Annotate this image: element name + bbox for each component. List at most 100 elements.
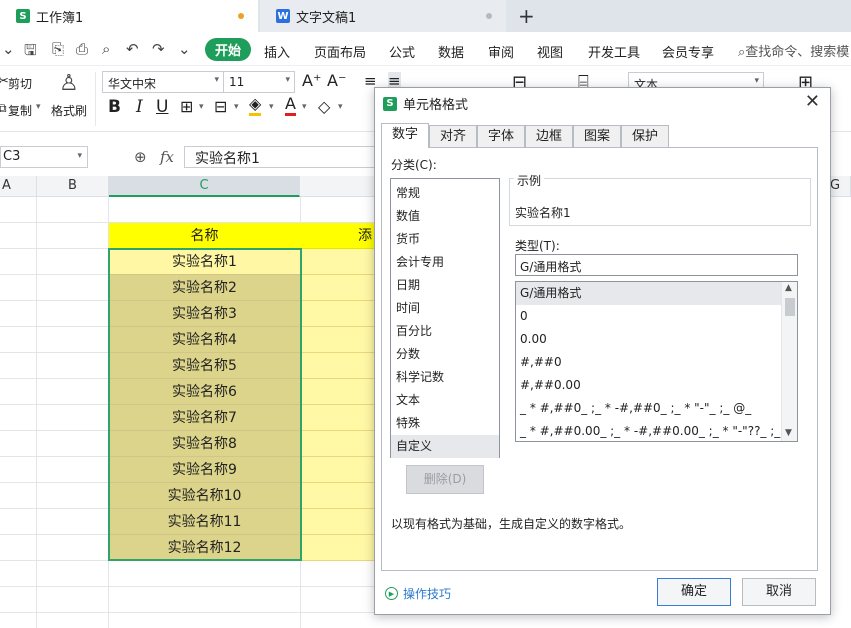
tab-member[interactable]: 会员专享	[662, 42, 714, 61]
scroll-up-icon[interactable]: ▲	[785, 283, 792, 293]
fx-icon[interactable]: fx	[160, 148, 174, 166]
new-tab-plus-icon[interactable]: +	[518, 4, 535, 28]
data-cell-d[interactable]	[300, 249, 380, 275]
tab-alignment[interactable]: 对齐	[429, 125, 477, 148]
italic-icon[interactable]: I	[136, 97, 143, 117]
data-cell[interactable]: 实验名称5	[109, 353, 300, 379]
data-cell[interactable]: 实验名称9	[109, 457, 300, 483]
delete-button[interactable]: 删除(D)	[406, 465, 484, 494]
tab-insert[interactable]: 插入	[264, 42, 290, 61]
format-painter-icon[interactable]: ♙	[59, 71, 79, 96]
redo-icon[interactable]: ↷	[152, 40, 165, 58]
tab-developer[interactable]: 开发工具	[588, 42, 640, 61]
export-icon[interactable]: ⎘	[52, 40, 64, 58]
category-item[interactable]: 百分比	[391, 320, 499, 343]
category-item[interactable]: 会计专用	[391, 251, 499, 274]
data-cell[interactable]: 实验名称11	[109, 509, 300, 535]
category-item[interactable]: 货币	[391, 228, 499, 251]
tab-view[interactable]: 视图	[537, 42, 563, 61]
category-item[interactable]: 特殊	[391, 412, 499, 435]
tips-link[interactable]: ▶ 操作技巧	[385, 585, 451, 602]
print-preview-icon[interactable]: ⌕	[102, 40, 110, 58]
category-item[interactable]: 文本	[391, 389, 499, 412]
decrease-font-icon[interactable]: A⁻	[327, 71, 346, 90]
cancel-button[interactable]: 取消	[742, 578, 816, 606]
chevron-down-icon[interactable]: ▾	[199, 102, 204, 112]
cell-style-icon[interactable]: ⊟	[214, 97, 227, 116]
column-header-a[interactable]: A	[0, 176, 37, 197]
data-cell[interactable]: 实验名称8	[109, 431, 300, 457]
copy-button[interactable]: 复制	[8, 102, 32, 119]
copy-icon[interactable]: ⧉	[0, 101, 7, 116]
column-header-b[interactable]: B	[37, 176, 109, 197]
tab-data[interactable]: 数据	[438, 42, 464, 61]
data-cell-d[interactable]	[300, 275, 380, 301]
chevron-down-icon[interactable]: ▾	[302, 102, 307, 112]
category-item[interactable]: 数值	[391, 205, 499, 228]
category-item[interactable]: 常规	[391, 182, 499, 205]
undo-icon[interactable]: ↶	[126, 40, 139, 58]
format-code-item[interactable]: #,##0	[516, 351, 782, 374]
data-cell-d[interactable]	[300, 535, 380, 561]
fill-color-icon[interactable]: ◈	[249, 95, 262, 116]
header-cell-name[interactable]: 名称	[109, 223, 300, 249]
tab-number[interactable]: 数字	[381, 123, 429, 148]
tab-protection[interactable]: 保护	[621, 125, 669, 148]
data-cell-d[interactable]	[300, 353, 380, 379]
save-icon[interactable]: 🖫	[24, 40, 37, 65]
copy-dropdown-icon[interactable]: ▾	[36, 102, 41, 112]
eraser-icon[interactable]: ◇	[318, 97, 330, 116]
tab-border[interactable]: 边框	[525, 125, 573, 148]
category-item[interactable]: 时间	[391, 297, 499, 320]
tab-home[interactable]: 开始	[205, 38, 252, 61]
data-cell-d[interactable]	[300, 301, 380, 327]
format-code-item[interactable]: 0	[516, 305, 782, 328]
chevron-down-icon[interactable]: ▾	[338, 102, 343, 112]
tab-font[interactable]: 字体	[477, 125, 525, 148]
scrollbar-thumb[interactable]	[785, 298, 795, 316]
font-color-icon[interactable]: A	[285, 95, 296, 116]
category-item[interactable]: 科学记数	[391, 366, 499, 389]
data-cell-d[interactable]	[300, 405, 380, 431]
chevron-down-icon[interactable]: ▾	[269, 102, 274, 112]
customize-chevron-icon[interactable]: ⌄	[178, 40, 191, 58]
column-header-c[interactable]: C	[109, 176, 300, 197]
format-code-item[interactable]: #,##0.00	[516, 374, 782, 397]
data-cell[interactable]: 实验名称1	[109, 249, 300, 275]
data-cell[interactable]: 实验名称10	[109, 483, 300, 509]
format-code-item[interactable]: _ * #,##0.00_ ;_ * -#,##0.00_ ;_ * "-"??…	[516, 420, 782, 441]
formula-input[interactable]: 实验名称1	[184, 146, 384, 168]
format-painter-button[interactable]: 格式刷	[51, 102, 87, 119]
border-icon[interactable]: ⊞	[180, 97, 193, 116]
format-code-item[interactable]: G/通用格式	[516, 282, 782, 305]
type-input[interactable]: G/通用格式	[515, 254, 798, 276]
menu-chevron-icon[interactable]: ⌄	[2, 40, 15, 58]
print-icon[interactable]: ⎙	[76, 40, 88, 58]
font-name-select[interactable]: 华文中宋 ▾	[102, 71, 224, 93]
chevron-down-icon[interactable]: ▾	[234, 102, 239, 112]
data-cell[interactable]: 实验名称2	[109, 275, 300, 301]
data-cell[interactable]: 实验名称12	[109, 535, 300, 561]
data-cell-d[interactable]	[300, 483, 380, 509]
data-cell-d[interactable]	[300, 379, 380, 405]
data-cell[interactable]: 实验名称4	[109, 327, 300, 353]
tab-review[interactable]: 审阅	[488, 42, 514, 61]
category-item[interactable]: 分数	[391, 343, 499, 366]
data-cell[interactable]: 实验名称3	[109, 301, 300, 327]
data-cell[interactable]: 实验名称6	[109, 379, 300, 405]
data-cell-d[interactable]	[300, 431, 380, 457]
font-size-select[interactable]: 11 ▾	[223, 71, 295, 93]
command-search[interactable]: ⌕查找命令、搜索模	[738, 41, 849, 60]
data-cell-d[interactable]	[300, 457, 380, 483]
format-list-scrollbar[interactable]: ▲ ▼	[781, 282, 797, 441]
tab-pattern[interactable]: 图案	[573, 125, 621, 148]
tab-workbook[interactable]: S 工作簿1	[0, 0, 258, 32]
category-item[interactable]: 日期	[391, 274, 499, 297]
format-code-item[interactable]: 0.00	[516, 328, 782, 351]
zoom-icon[interactable]: ⊕	[134, 148, 147, 166]
data-cell-d[interactable]	[300, 509, 380, 535]
cut-button[interactable]: 剪切	[8, 75, 32, 92]
tab-page-layout[interactable]: 页面布局	[314, 42, 366, 61]
underline-icon[interactable]: U	[156, 97, 168, 117]
category-item-custom[interactable]: 自定义	[391, 435, 499, 458]
